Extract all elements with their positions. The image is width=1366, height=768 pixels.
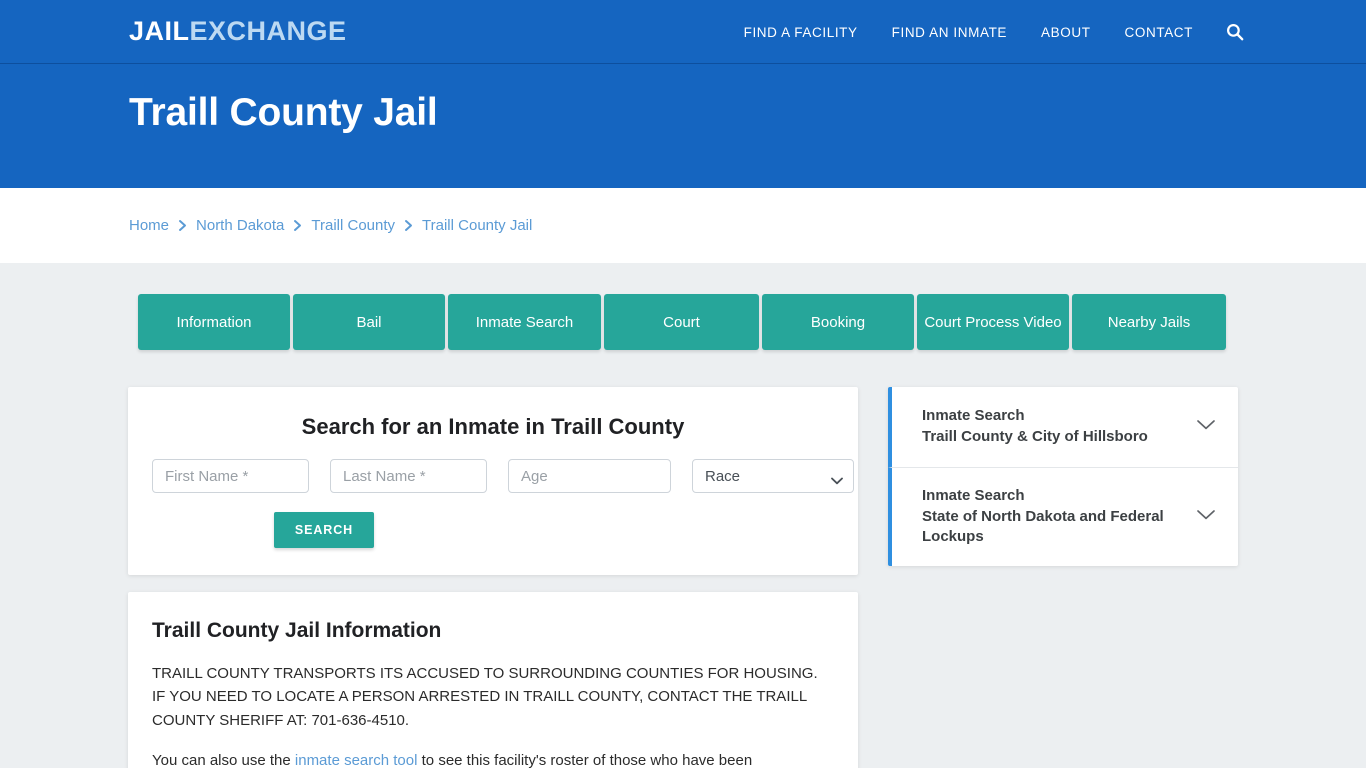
breadcrumb-item-home[interactable]: Home xyxy=(129,217,169,234)
chevron-right-icon xyxy=(178,219,187,232)
tab-nearby-jails[interactable]: Nearby Jails xyxy=(1072,294,1226,350)
race-select-wrapper: Race xyxy=(692,459,854,493)
logo-text-secondary: EXCHANGE xyxy=(189,16,347,46)
site-header: JAILEXCHANGE FIND A FACILITY FIND AN INM… xyxy=(0,0,1366,64)
information-paragraph-2: You can also use the inmate search tool … xyxy=(128,732,858,768)
accordion-item-north-dakota-federal[interactable]: Inmate Search State of North Dakota and … xyxy=(888,467,1238,567)
breadcrumb-bar: Home North Dakota Traill County Traill C… xyxy=(0,188,1366,263)
tab-court[interactable]: Court xyxy=(604,294,759,350)
inmate-search-tool-link[interactable]: inmate search tool xyxy=(295,752,418,768)
site-logo[interactable]: JAILEXCHANGE xyxy=(129,18,347,45)
page-title: Traill County Jail xyxy=(129,91,438,134)
search-icon[interactable] xyxy=(1210,23,1246,41)
breadcrumb-item-north-dakota[interactable]: North Dakota xyxy=(196,217,284,234)
chevron-right-icon xyxy=(404,219,413,232)
breadcrumb: Home North Dakota Traill County Traill C… xyxy=(129,217,532,234)
facility-information-card: Traill County Jail Information TRAILL CO… xyxy=(128,592,858,768)
nav-item-contact[interactable]: CONTACT xyxy=(1108,25,1210,40)
inmate-search-card: Search for an Inmate in Traill County Ra… xyxy=(128,387,858,575)
tab-information[interactable]: Information xyxy=(138,294,290,350)
breadcrumb-item-traill-county-jail[interactable]: Traill County Jail xyxy=(422,217,532,234)
chevron-down-icon[interactable] xyxy=(1196,418,1216,436)
nav-item-find-a-facility[interactable]: FIND A FACILITY xyxy=(727,25,875,40)
hero-banner: Traill County Jail xyxy=(0,64,1366,188)
accordion-line-1: Inmate Search xyxy=(922,407,1025,425)
tab-court-process-video[interactable]: Court Process Video xyxy=(917,294,1069,350)
accordion-line-2: State of North Dakota and Federal Lockup… xyxy=(922,507,1164,546)
tab-booking[interactable]: Booking xyxy=(762,294,914,350)
information-paragraph-1: TRAILL COUNTY TRANSPORTS ITS ACCUSED TO … xyxy=(152,665,818,729)
page-body: Information Bail Inmate Search Court Boo… xyxy=(0,263,1366,768)
sidebar-accordion-list: Inmate Search Traill County & City of Hi… xyxy=(888,387,1238,567)
accordion-label-1: Inmate Search Traill County & City of Hi… xyxy=(922,406,1148,447)
race-select[interactable]: Race xyxy=(692,459,854,493)
first-name-input[interactable] xyxy=(152,459,309,493)
chevron-down-icon[interactable] xyxy=(1196,508,1216,526)
paragraph-2-suffix: to see this facility's roster of those w… xyxy=(417,752,753,768)
facility-tabs: Information Bail Inmate Search Court Boo… xyxy=(138,294,1228,350)
search-button[interactable]: SEARCH xyxy=(274,512,374,548)
tab-bail[interactable]: Bail xyxy=(293,294,445,350)
age-input[interactable] xyxy=(508,459,671,493)
logo-text-primary: JAIL xyxy=(129,16,190,46)
breadcrumb-item-traill-county[interactable]: Traill County xyxy=(311,217,395,234)
accordion-label-2: Inmate Search State of North Dakota and … xyxy=(922,486,1192,548)
paragraph-2-prefix: You can also use the xyxy=(152,752,295,768)
last-name-input[interactable] xyxy=(330,459,487,493)
information-heading: Traill County Jail Information xyxy=(152,619,442,642)
chevron-right-icon xyxy=(293,219,302,232)
nav-item-find-an-inmate[interactable]: FIND AN INMATE xyxy=(875,25,1024,40)
nav-item-about[interactable]: ABOUT xyxy=(1024,25,1108,40)
accordion-line-1: Inmate Search xyxy=(922,487,1025,504)
accordion-line-2: Traill County & City of Hillsboro xyxy=(922,428,1148,445)
tab-inmate-search[interactable]: Inmate Search xyxy=(448,294,601,350)
accordion-item-traill-county-hillsboro[interactable]: Inmate Search Traill County & City of Hi… xyxy=(888,387,1238,467)
search-heading: Search for an Inmate in Traill County xyxy=(301,414,685,439)
main-navigation: FIND A FACILITY FIND AN INMATE ABOUT CON… xyxy=(727,0,1246,64)
search-form: Race xyxy=(128,440,858,493)
